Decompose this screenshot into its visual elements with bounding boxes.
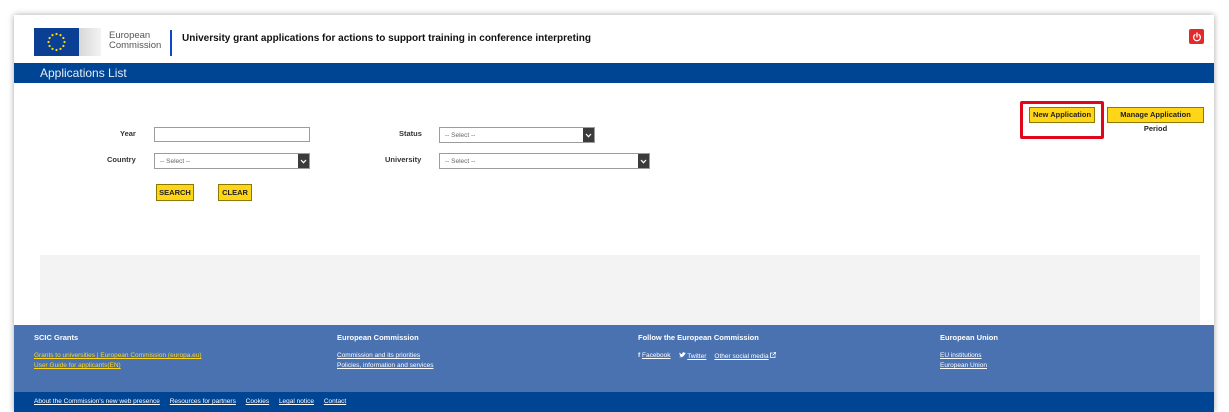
footer-link[interactable]: Grants to universities | European Commis… (34, 352, 202, 359)
footer-col-title: Follow the European Commission (638, 333, 759, 342)
footer-bottom-link[interactable]: Resources for partners (170, 398, 236, 405)
university-label: University (385, 155, 422, 164)
main-content: New Application Manage Application Perio… (14, 83, 1214, 331)
browser-frame: European Commission University grant app… (14, 15, 1214, 412)
year-input[interactable] (154, 127, 310, 142)
power-icon (1192, 31, 1201, 41)
footer-bottom-bar: About the Commission's new web presence … (14, 392, 1214, 412)
footer-bottom-link[interactable]: About the Commission's new web presence (34, 398, 160, 405)
external-link-icon (770, 352, 777, 358)
page-title-bar: Applications List (14, 63, 1214, 83)
footer-link[interactable]: Policies, information and services (337, 362, 433, 369)
chevron-down-icon (583, 128, 594, 142)
footer-col-title: SCIC Grants (34, 333, 79, 342)
logo-fold (79, 28, 101, 56)
results-panel (40, 255, 1200, 331)
footer: SCIC Grants Grants to universities | Eur… (14, 325, 1214, 392)
footer-link[interactable]: User Guide for applicants(EN) (34, 362, 202, 369)
search-button[interactable]: SEARCH (156, 184, 194, 201)
footer-col-title: European Commission (337, 333, 419, 342)
footer-col-commission: European Commission Commission and its p… (337, 333, 433, 372)
other-social-link[interactable]: Other social media (714, 352, 777, 360)
facebook-icon: f (638, 352, 641, 359)
footer-link[interactable]: Commission and its priorities (337, 352, 433, 359)
twitter-icon (678, 352, 686, 358)
manage-application-period-button[interactable]: Manage Application Period (1107, 107, 1204, 133)
logo-line-2: Commission (109, 40, 162, 51)
other-social-label: Other social media (714, 353, 769, 360)
country-select-value: -- Select -- (160, 158, 191, 165)
ec-logo[interactable]: European Commission (34, 28, 174, 58)
site-title: University grant applications for action… (182, 33, 591, 44)
status-select-value: -- Select -- (445, 132, 476, 139)
site-header: European Commission University grant app… (14, 15, 1214, 63)
chevron-down-icon (638, 154, 649, 168)
footer-bottom-link[interactable]: Cookies (246, 398, 269, 405)
eu-flag-icon (34, 28, 79, 56)
footer-col-follow: Follow the European Commission f Faceboo… (638, 333, 777, 360)
footer-col-eu: European Union EU institutions European … (940, 333, 998, 372)
footer-col-title: European Union (940, 333, 998, 342)
logout-button[interactable] (1189, 29, 1204, 44)
footer-bottom-link[interactable]: Contact (324, 398, 346, 405)
new-application-button[interactable]: New Application (1029, 107, 1095, 123)
university-select-value: -- Select -- (445, 158, 476, 165)
social-links: f Facebook Twitter Other social media (638, 352, 777, 360)
country-label: Country (107, 155, 136, 164)
year-label: Year (120, 129, 136, 138)
clear-button[interactable]: CLEAR (218, 184, 252, 201)
chevron-down-icon (298, 154, 309, 168)
facebook-link[interactable]: f Facebook (638, 352, 671, 360)
footer-link[interactable]: EU institutions (940, 352, 998, 359)
logo-divider (170, 30, 172, 56)
facebook-label: Facebook (641, 352, 671, 359)
country-select[interactable]: -- Select -- (154, 153, 310, 169)
footer-col-scic: SCIC Grants Grants to universities | Eur… (34, 333, 202, 372)
status-label: Status (399, 129, 422, 138)
footer-bottom-link[interactable]: Legal notice (279, 398, 314, 405)
university-select[interactable]: -- Select -- (439, 153, 650, 169)
page-title: Applications List (40, 66, 127, 80)
twitter-link[interactable]: Twitter (678, 352, 707, 360)
logo-text: European Commission (109, 31, 161, 51)
footer-link[interactable]: European Union (940, 362, 998, 369)
twitter-label: Twitter (687, 353, 707, 360)
status-select[interactable]: -- Select -- (439, 127, 595, 143)
